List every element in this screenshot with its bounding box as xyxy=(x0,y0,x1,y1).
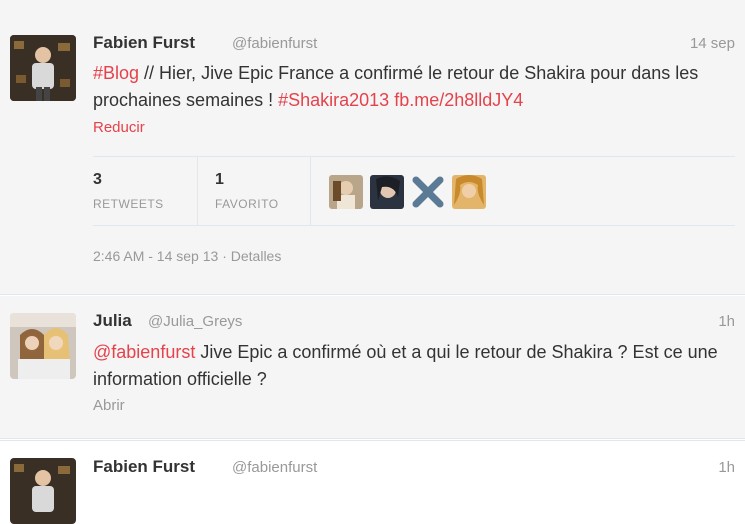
user-handle[interactable]: @fabienfurst xyxy=(232,459,317,476)
tweet-time[interactable]: 1h xyxy=(718,459,735,476)
url-link[interactable]: fb.me/2h8lldJY4 xyxy=(394,90,523,110)
favorites-label: FAVORITO xyxy=(215,197,279,211)
hashtag-link[interactable]: #Shakira2013 xyxy=(278,90,389,110)
tweet-meta: 2:46 AM - 14 sep 13 · Detalles xyxy=(93,248,282,264)
user-handle[interactable]: @fabienfurst xyxy=(232,35,317,52)
collapse-link[interactable]: Reducir xyxy=(93,119,145,136)
tweet-partial[interactable]: Fabien Furst @fabienfurst 1h xyxy=(0,440,745,524)
tweet-stats: 3 RETWEETS 1 FAVORITO xyxy=(93,156,735,226)
avatar[interactable] xyxy=(10,35,76,101)
hashtag-link[interactable]: #Blog xyxy=(93,63,139,83)
tweet-text: #Blog // Hier, Jive Epic France a confir… xyxy=(93,60,733,114)
user-name[interactable]: Fabien Furst xyxy=(93,33,195,53)
user-handle[interactable]: @Julia_Greys xyxy=(148,313,242,330)
favoriter-avatar[interactable] xyxy=(329,175,363,209)
user-name[interactable]: Julia xyxy=(93,311,132,331)
tweet-time[interactable]: 14 sep xyxy=(690,35,735,52)
avatar[interactable] xyxy=(10,458,76,524)
retweets-label: RETWEETS xyxy=(93,197,164,211)
retweets-stat[interactable]: 3 RETWEETS xyxy=(93,157,197,225)
tweet-reply[interactable]: Julia @Julia_Greys 1h @fabienfurst Jive … xyxy=(0,296,745,439)
favoriter-avatar[interactable] xyxy=(370,175,404,209)
stat-divider xyxy=(310,157,311,225)
tweet-timestamp[interactable]: 2:46 AM - 14 sep 13 xyxy=(93,248,218,264)
favorites-count: 1 xyxy=(215,171,224,188)
expand-link[interactable]: Abrir xyxy=(93,397,125,414)
user-name[interactable]: Fabien Furst xyxy=(93,457,195,477)
favoriter-avatar[interactable] xyxy=(452,175,486,209)
x-icon[interactable] xyxy=(411,175,445,209)
details-link[interactable]: Detalles xyxy=(231,248,282,264)
tweet-text: @fabienfurst Jive Epic a confirmé où et … xyxy=(93,339,733,393)
tweet-expanded[interactable]: Fabien Furst @fabienfurst 14 sep #Blog /… xyxy=(0,0,745,295)
avatar[interactable] xyxy=(10,313,76,379)
favorites-stat[interactable]: 1 FAVORITO xyxy=(215,157,315,225)
mention-link[interactable]: @fabienfurst xyxy=(93,342,195,362)
tweet-time[interactable]: 1h xyxy=(718,313,735,330)
retweets-count: 3 xyxy=(93,171,102,188)
stat-divider xyxy=(197,157,198,225)
